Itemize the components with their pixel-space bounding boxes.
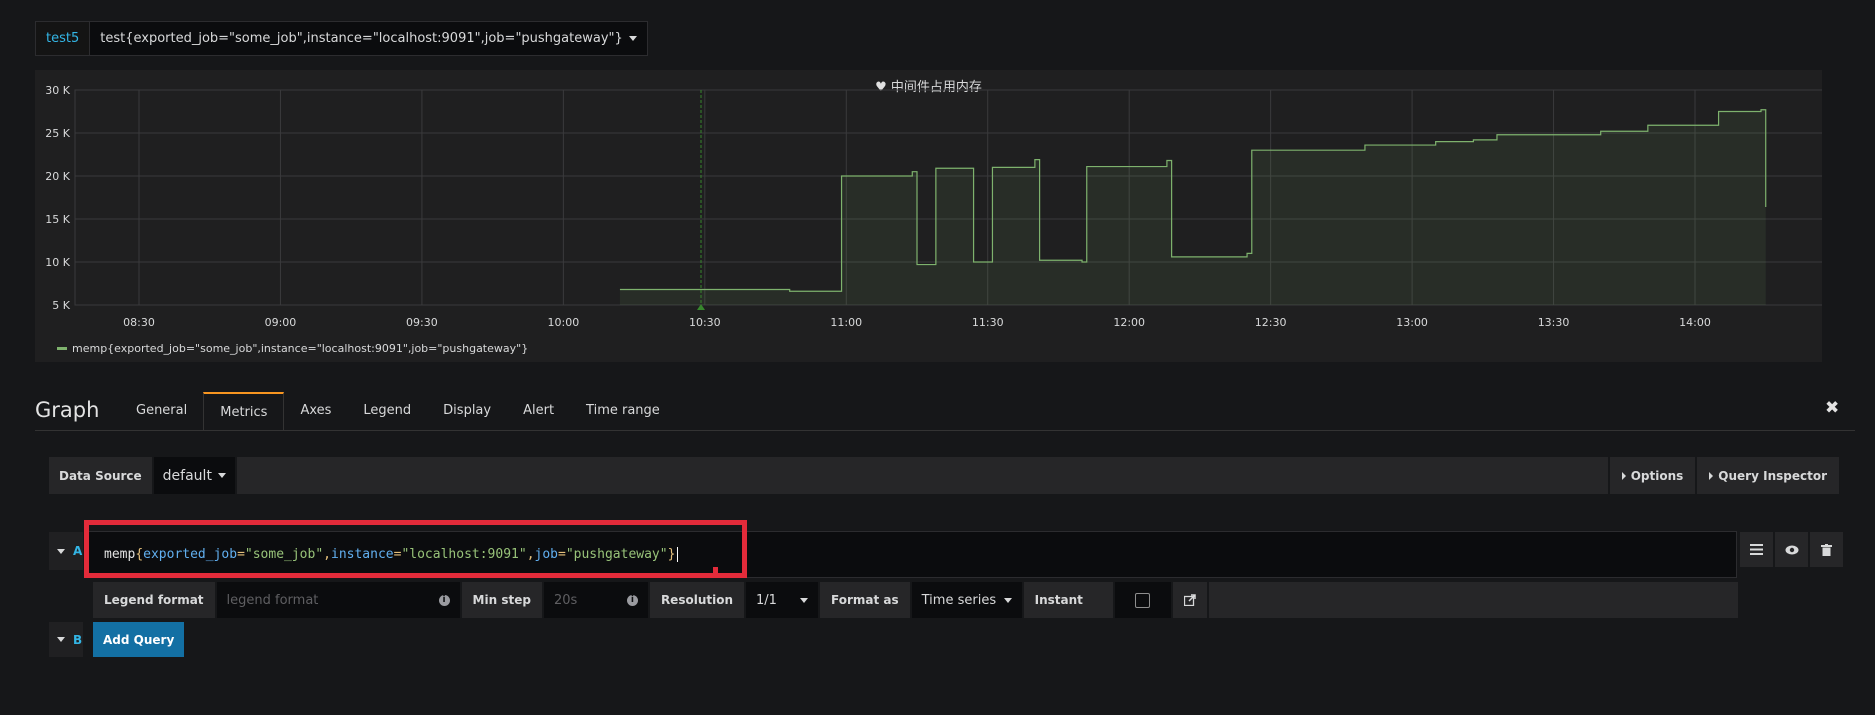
- options-spacer: [1208, 582, 1738, 618]
- caret-down-icon: [217, 473, 226, 478]
- tab-metrics[interactable]: Metrics: [203, 392, 285, 431]
- tab-axes[interactable]: Axes: [284, 392, 347, 431]
- x-tick-label: 13:00: [1396, 316, 1428, 329]
- legend-format-label: Legend format: [93, 582, 215, 618]
- annotation-highlight-box: [84, 520, 747, 578]
- instant-checkbox-wrap[interactable]: [1114, 582, 1171, 618]
- datasource-row: Data Source default Options Query Inspec…: [49, 457, 1839, 494]
- chevron-down-icon: [57, 637, 65, 642]
- caret-right-icon: [1621, 471, 1626, 480]
- info-icon[interactable]: i: [626, 594, 638, 606]
- tabs-divider: [35, 430, 1855, 431]
- x-tick-label: 10:00: [548, 316, 580, 329]
- y-tick-label: 20 K: [45, 170, 70, 183]
- min-step-placeholder: 20s: [553, 592, 578, 608]
- query-a-ref: A: [73, 544, 83, 558]
- legend-label: memp{exported_job="some_job",instance="l…: [72, 342, 529, 355]
- info-icon[interactable]: i: [438, 594, 450, 606]
- y-tick-label: 30 K: [45, 84, 70, 97]
- format-as-label: Format as: [820, 582, 910, 618]
- options-button[interactable]: Options: [1609, 457, 1696, 494]
- x-axis: 08:30 09:00 09:30 10:00 10:30 11:00 11:30 12:00…: [123, 316, 1711, 329]
- tab-alert[interactable]: Alert: [507, 392, 570, 431]
- caret-right-icon: [1709, 471, 1714, 480]
- x-tick-label: 10:30: [689, 316, 721, 329]
- legend-format-placeholder: legend format: [226, 592, 319, 608]
- tab-general[interactable]: General: [120, 392, 203, 431]
- instant-label: Instant: [1023, 582, 1113, 618]
- resolution-value: 1/1: [756, 592, 777, 608]
- x-tick-label: 14:00: [1679, 316, 1711, 329]
- options-label: Options: [1630, 468, 1684, 483]
- x-tick-label: 13:30: [1538, 316, 1570, 329]
- x-tick-label: 12:30: [1255, 316, 1287, 329]
- y-axis: 30 K 25 K 20 K 15 K 10 K 5 K: [45, 84, 70, 312]
- tab-legend[interactable]: Legend: [347, 392, 427, 431]
- editor-title: Graph: [35, 398, 100, 422]
- x-tick-label: 11:30: [972, 316, 1004, 329]
- resolution-label: Resolution: [649, 582, 744, 618]
- template-variable-bar: test5 test{exported_job="some_job",insta…: [35, 21, 648, 56]
- variable-value: test{exported_job="some_job",instance="l…: [100, 31, 623, 46]
- chevron-down-icon: [57, 548, 65, 554]
- query-inspector-label: Query Inspector: [1718, 468, 1827, 483]
- add-query-button[interactable]: Add Query: [93, 622, 185, 657]
- query-actions: [1740, 532, 1843, 567]
- tab-time-range[interactable]: Time range: [570, 392, 676, 431]
- instant-checkbox[interactable]: [1135, 592, 1151, 608]
- datasource-spacer: [236, 457, 1608, 494]
- x-tick-label: 08:30: [123, 316, 155, 329]
- trash-icon[interactable]: [1810, 532, 1843, 567]
- menu-icon[interactable]: [1740, 532, 1773, 567]
- editor-tabs: General Metrics Axes Legend Display Alert Time…: [120, 392, 676, 431]
- datasource-value: default: [162, 467, 212, 484]
- y-tick-label: 15 K: [45, 213, 70, 226]
- close-icon[interactable]: ✖: [1825, 398, 1839, 418]
- caret-down-icon: [1003, 597, 1012, 603]
- query-b-ref: B: [73, 632, 83, 647]
- share-button[interactable]: [1172, 582, 1207, 618]
- y-tick-label: 10 K: [45, 256, 70, 269]
- legend-swatch: [57, 347, 67, 350]
- series-group: [619, 109, 1767, 305]
- format-as-value: Time series: [921, 592, 997, 608]
- chart-legend[interactable]: memp{exported_job="some_job",instance="l…: [57, 342, 528, 355]
- query-a-toggle[interactable]: A: [49, 532, 83, 570]
- caret-down-icon: [628, 36, 637, 41]
- min-step-label: Min step: [461, 582, 542, 618]
- y-tick-label: 5 K: [52, 299, 70, 312]
- legend-format-input[interactable]: legend format i: [216, 582, 460, 618]
- query-inspector-button[interactable]: Query Inspector: [1697, 457, 1839, 494]
- series-area: [619, 109, 1766, 305]
- resolution-select[interactable]: 1/1: [746, 582, 818, 618]
- graph-panel: ♥ 中间件占用内存 30 K 25 K 20 K 15 K 10 K5 K 08:30 09…: [35, 70, 1822, 362]
- line-chart[interactable]: 30 K 25 K 20 K 15 K 10 K 5 K 08:30 09:00 09:30 1…: [35, 70, 1822, 335]
- caret-down-icon: [800, 597, 808, 603]
- x-tick-label: 09:30: [406, 316, 438, 329]
- datasource-select[interactable]: default: [153, 457, 235, 494]
- eye-icon[interactable]: [1775, 532, 1808, 567]
- annotation-highlight-mark: [713, 567, 718, 575]
- share-icon: [1183, 594, 1196, 606]
- format-as-select[interactable]: Time series: [911, 582, 1022, 618]
- variable-label: test5: [36, 22, 91, 55]
- y-tick-label: 25 K: [45, 127, 70, 140]
- x-tick-label: 09:00: [265, 316, 297, 329]
- variable-select[interactable]: test{exported_job="some_job",instance="l…: [90, 22, 647, 55]
- query-options-row: Legend format legend format i Min step 2…: [93, 582, 1738, 618]
- tab-display[interactable]: Display: [427, 392, 507, 431]
- x-tick-label: 12:00: [1113, 316, 1145, 329]
- x-tick-label: 11:00: [830, 316, 862, 329]
- min-step-input[interactable]: 20s i: [543, 582, 648, 618]
- query-b-toggle[interactable]: B: [49, 622, 83, 657]
- datasource-label: Data Source: [49, 457, 152, 494]
